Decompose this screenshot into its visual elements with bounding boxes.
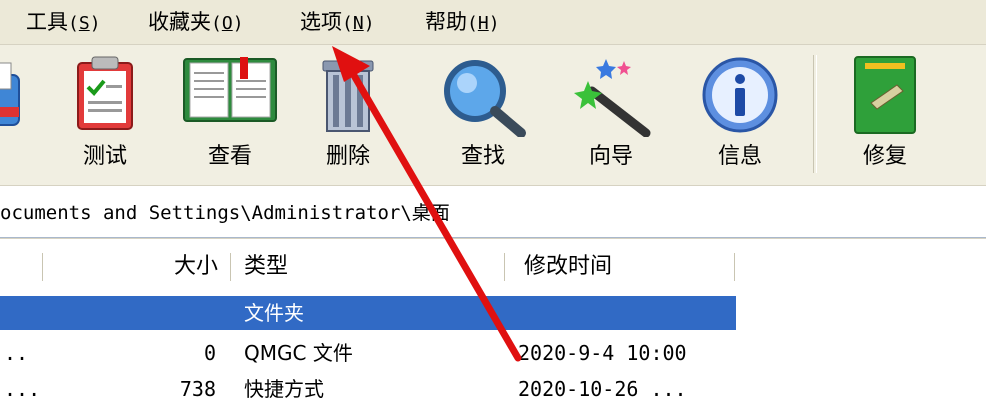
menu-tools-label: 工具	[26, 10, 68, 34]
info-label: 信息	[717, 144, 762, 169]
cell-type: QMGC 文件	[244, 341, 353, 365]
cell-name: ...	[4, 377, 41, 401]
cell-name: ..	[4, 341, 29, 365]
clipboard-check-icon	[77, 56, 133, 130]
menu-favorites-label: 收藏夹	[148, 10, 211, 34]
wizard-button[interactable]: 向导	[561, 45, 661, 185]
find-label: 查找	[460, 144, 505, 169]
book-icon	[183, 57, 277, 122]
menu-options[interactable]: 选项(N)	[300, 8, 375, 36]
info-button[interactable]: 信息	[690, 45, 790, 185]
view-button[interactable]: 查看	[180, 45, 280, 185]
table-row[interactable]: ... 738 快捷方式 2020-10-26 ...	[0, 372, 986, 406]
menu-help[interactable]: 帮助(H)	[425, 8, 500, 36]
magnifier-icon	[444, 60, 526, 137]
address-path: ocuments and Settings\Administrator\桌面	[0, 202, 450, 224]
delete-label: 删除	[325, 144, 370, 169]
column-size-header[interactable]: 大小	[150, 239, 218, 295]
header-divider	[230, 253, 231, 281]
table-row[interactable]: .. 0 QMGC 文件 2020-9-4 10:00	[0, 336, 986, 370]
repair-label: 修复	[862, 144, 907, 169]
cell-modified: 2020-10-26 ...	[518, 377, 687, 401]
toolbar: 到 测试 查看	[0, 45, 986, 186]
menu-options-label: 选项	[300, 10, 342, 34]
magic-wand-icon	[574, 59, 651, 137]
menu-favorites[interactable]: 收藏夹(O)	[148, 8, 244, 36]
header-divider	[42, 253, 43, 281]
cell-size: 738	[179, 377, 216, 401]
menu-tools[interactable]: 工具(S)	[26, 8, 101, 36]
extract-icon	[0, 62, 20, 126]
test-button[interactable]: 测试	[55, 45, 155, 185]
column-modified-header[interactable]: 修改时间	[524, 239, 612, 295]
column-type-header[interactable]: 类型	[244, 239, 288, 295]
header-divider	[504, 253, 505, 281]
toolbar-separator	[813, 55, 817, 173]
wizard-label: 向导	[588, 144, 633, 169]
cell-type: 快捷方式	[244, 377, 324, 401]
trash-can-icon	[322, 60, 374, 132]
info-icon	[702, 57, 778, 133]
cell-modified: 2020-9-4 10:00	[518, 341, 687, 365]
view-label: 查看	[207, 144, 252, 169]
menu-help-label: 帮助	[425, 10, 467, 34]
repair-button[interactable]: 修复	[835, 45, 935, 185]
find-button[interactable]: 查找	[433, 45, 533, 185]
menu-bar: 工具(S) 收藏夹(O) 选项(N) 帮助(H)	[0, 0, 986, 45]
extract-to-label: 到	[0, 138, 40, 170]
table-row-selected[interactable]: 文件夹	[0, 296, 736, 330]
test-label: 测试	[82, 144, 127, 169]
address-bar[interactable]: ocuments and Settings\Administrator\桌面	[0, 186, 986, 238]
cell-size: 0	[203, 341, 216, 365]
header-divider	[734, 253, 735, 281]
delete-button[interactable]: 删除	[298, 45, 398, 185]
list-header: 大小 类型 修改时间	[0, 238, 986, 295]
extract-to-button[interactable]: 到	[0, 45, 40, 185]
cell-type: 文件夹	[244, 301, 304, 325]
repair-box-icon	[854, 56, 916, 134]
